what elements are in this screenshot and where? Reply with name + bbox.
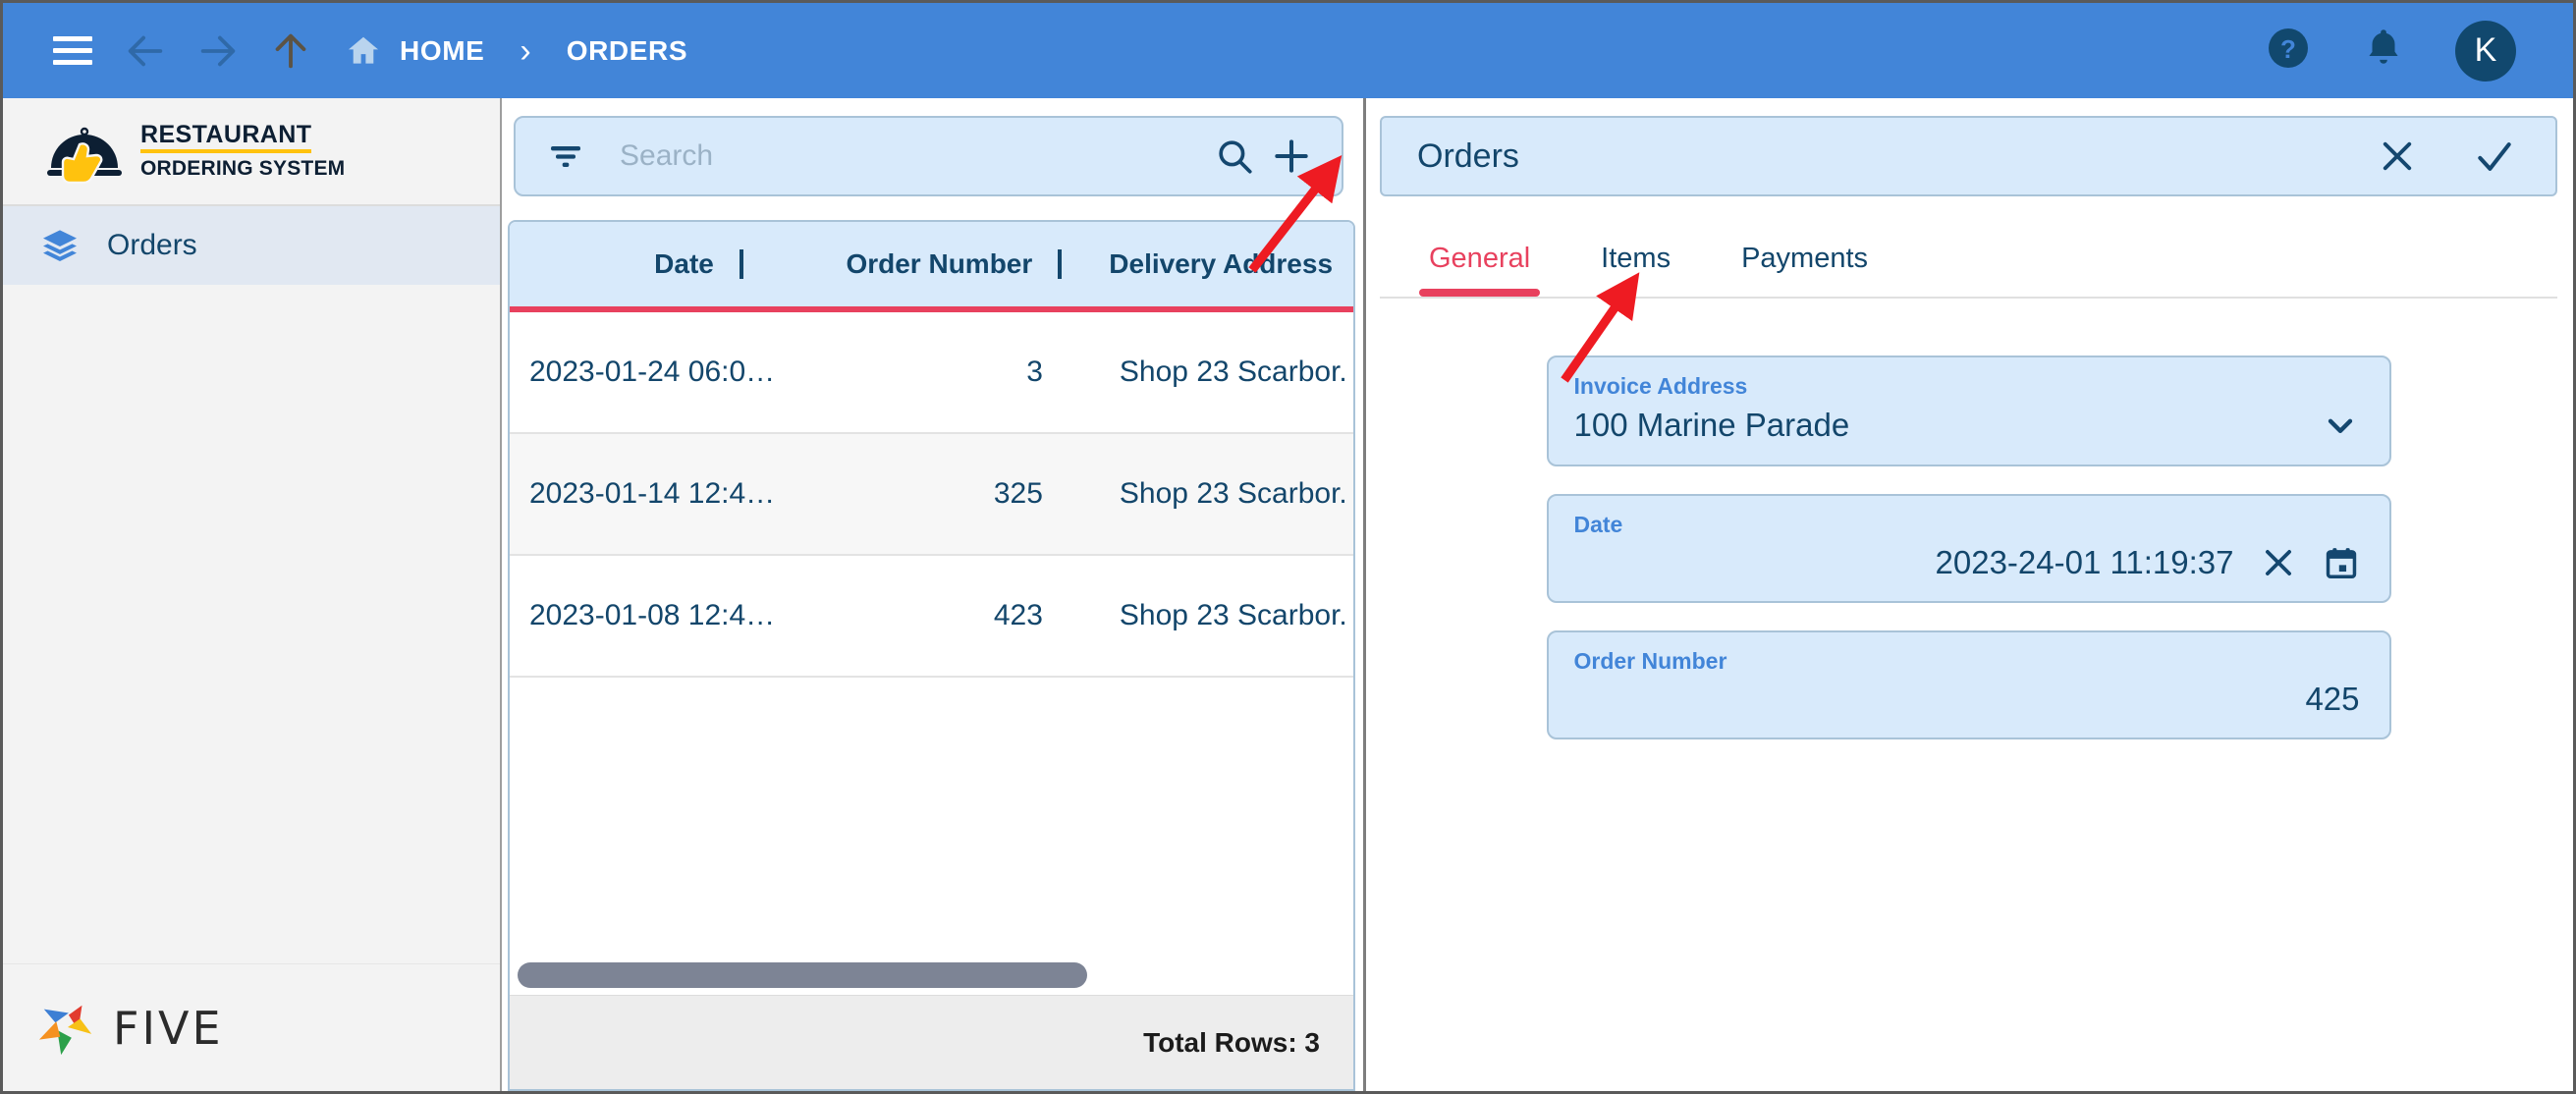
- five-wordmark: FIVE: [113, 1001, 224, 1055]
- cell-delivery-address: Shop 23 Scarbor.: [1119, 477, 1347, 510]
- filter-icon[interactable]: [537, 137, 594, 176]
- detail-tabs: General Items Payments: [1380, 196, 2557, 299]
- scrollbar-thumb[interactable]: [518, 962, 1087, 988]
- field-value: 2023-24-01 11:19:37: [1935, 544, 2234, 580]
- brand-line-1: RESTAURANT: [140, 122, 312, 154]
- hamburger-icon: [53, 29, 92, 72]
- column-header-delivery-address[interactable]: Delivery Address: [1087, 248, 1353, 280]
- arrow-left-icon: [128, 35, 163, 66]
- cell-delivery-address: Shop 23 Scarbor.: [1119, 599, 1347, 631]
- brand-logo: RESTAURANT ORDERING SYSTEM: [3, 98, 500, 206]
- layers-icon: [38, 226, 82, 265]
- total-rows-label: Total Rows: 3: [1143, 1026, 1320, 1058]
- close-icon[interactable]: [2377, 136, 2418, 177]
- field-label: Date: [1573, 512, 1623, 537]
- check-icon[interactable]: [2473, 135, 2516, 178]
- svg-text:?: ?: [2280, 34, 2296, 64]
- field-label: Invoice Address: [1573, 373, 1748, 399]
- field-invoice-address[interactable]: Invoice Address 100 Marine Parade: [1546, 356, 2391, 466]
- avatar[interactable]: K: [2455, 20, 2516, 82]
- cell-order-number: 423: [993, 599, 1043, 631]
- column-divider[interactable]: [739, 249, 743, 279]
- search-bar: [514, 116, 1343, 196]
- column-header-order-number[interactable]: Order Number: [769, 248, 1032, 280]
- breadcrumb: HOME › ORDERS: [345, 32, 687, 70]
- field-value: 425: [2305, 681, 2360, 717]
- cell-date: 2023-01-24 06:0…: [529, 356, 776, 388]
- up-button[interactable]: [254, 15, 327, 87]
- topbar-actions: ? K: [2265, 20, 2540, 82]
- help-button[interactable]: ?: [2265, 25, 2312, 77]
- sidebar: RESTAURANT ORDERING SYSTEM Orders FIVE: [3, 98, 502, 1091]
- cell-delivery-address: Shop 23 Scarbor.: [1119, 356, 1347, 388]
- detail-header: Orders: [1380, 116, 2557, 196]
- cell-order-number: 3: [1026, 356, 1043, 388]
- five-pinwheel-logo-icon: [38, 1005, 92, 1055]
- cell-date: 2023-01-14 12:4…: [529, 477, 776, 510]
- avatar-initial: K: [2474, 31, 2497, 69]
- tab-general[interactable]: General: [1419, 243, 1541, 297]
- forward-button[interactable]: [182, 15, 254, 87]
- clear-x-icon[interactable]: [2260, 544, 2297, 581]
- field-date[interactable]: Date 2023-24-01 11:19:37: [1546, 494, 2391, 603]
- grid-body: 2023-01-24 06:0… 3 Shop 23 Scarbor. 2023…: [510, 312, 1353, 956]
- plus-icon[interactable]: [1263, 135, 1320, 178]
- tab-items[interactable]: Items: [1591, 243, 1680, 297]
- chevron-down-icon[interactable]: [2321, 406, 2360, 445]
- menu-button[interactable]: [36, 15, 109, 87]
- breadcrumb-separator: ›: [520, 31, 531, 70]
- back-button[interactable]: [109, 15, 182, 87]
- breadcrumb-current[interactable]: ORDERS: [567, 35, 687, 67]
- field-value: 100 Marine Parade: [1573, 407, 1850, 443]
- breadcrumb-home[interactable]: HOME: [400, 35, 484, 67]
- table-row[interactable]: 2023-01-08 12:4… 423 Shop 23 Scarbor.: [510, 556, 1353, 678]
- grid-header-row: Date Order Number Delivery Address: [510, 222, 1353, 312]
- sidebar-nav: Orders: [3, 206, 500, 285]
- arrow-right-icon: [200, 35, 236, 66]
- field-label: Order Number: [1573, 648, 1727, 674]
- search-icon[interactable]: [1206, 136, 1263, 177]
- top-navigation-bar: HOME › ORDERS ? K: [3, 3, 2573, 98]
- help-circle-icon: ?: [2269, 28, 2308, 68]
- search-area: [502, 98, 1363, 202]
- horizontal-scrollbar[interactable]: [510, 956, 1353, 995]
- arrow-up-icon: [275, 33, 306, 68]
- general-tab-form: Invoice Address 100 Marine Parade Date 2…: [1380, 299, 2557, 767]
- search-input[interactable]: [620, 139, 1206, 173]
- cell-date: 2023-01-08 12:4…: [529, 599, 776, 631]
- cell-order-number: 325: [993, 477, 1043, 510]
- column-divider[interactable]: [1058, 249, 1063, 279]
- column-header-date[interactable]: Date: [529, 248, 714, 280]
- orders-list-panel: Date Order Number Delivery Address 2023-…: [502, 98, 1366, 1091]
- cloche-hand-logo-icon: [47, 127, 122, 184]
- table-row[interactable]: 2023-01-14 12:4… 325 Shop 23 Scarbor.: [510, 434, 1353, 556]
- field-order-number[interactable]: Order Number 425: [1546, 630, 2391, 739]
- bell-icon: [2369, 29, 2398, 64]
- brand-line-2: ORDERING SYSTEM: [140, 157, 346, 181]
- app-window: HOME › ORDERS ? K RESTAURANT ORDERING SY…: [0, 0, 2576, 1094]
- order-detail-panel: Orders General Items Payments Invoice Ad…: [1366, 98, 2573, 1091]
- sidebar-item-orders[interactable]: Orders: [3, 206, 500, 285]
- table-row[interactable]: 2023-01-24 06:0… 3 Shop 23 Scarbor.: [510, 312, 1353, 434]
- notifications-button[interactable]: [2361, 26, 2406, 76]
- page-title: Orders: [1417, 137, 1519, 175]
- orders-grid: Date Order Number Delivery Address 2023-…: [508, 220, 1355, 1091]
- home-icon[interactable]: [345, 32, 382, 70]
- grid-footer: Total Rows: 3: [510, 995, 1353, 1089]
- app-body: RESTAURANT ORDERING SYSTEM Orders FIVE S…: [3, 98, 2573, 1091]
- sidebar-footer: FIVE: [3, 963, 500, 1091]
- tab-payments[interactable]: Payments: [1731, 243, 1878, 297]
- calendar-icon[interactable]: [2323, 544, 2360, 581]
- sidebar-item-label: Orders: [107, 229, 197, 261]
